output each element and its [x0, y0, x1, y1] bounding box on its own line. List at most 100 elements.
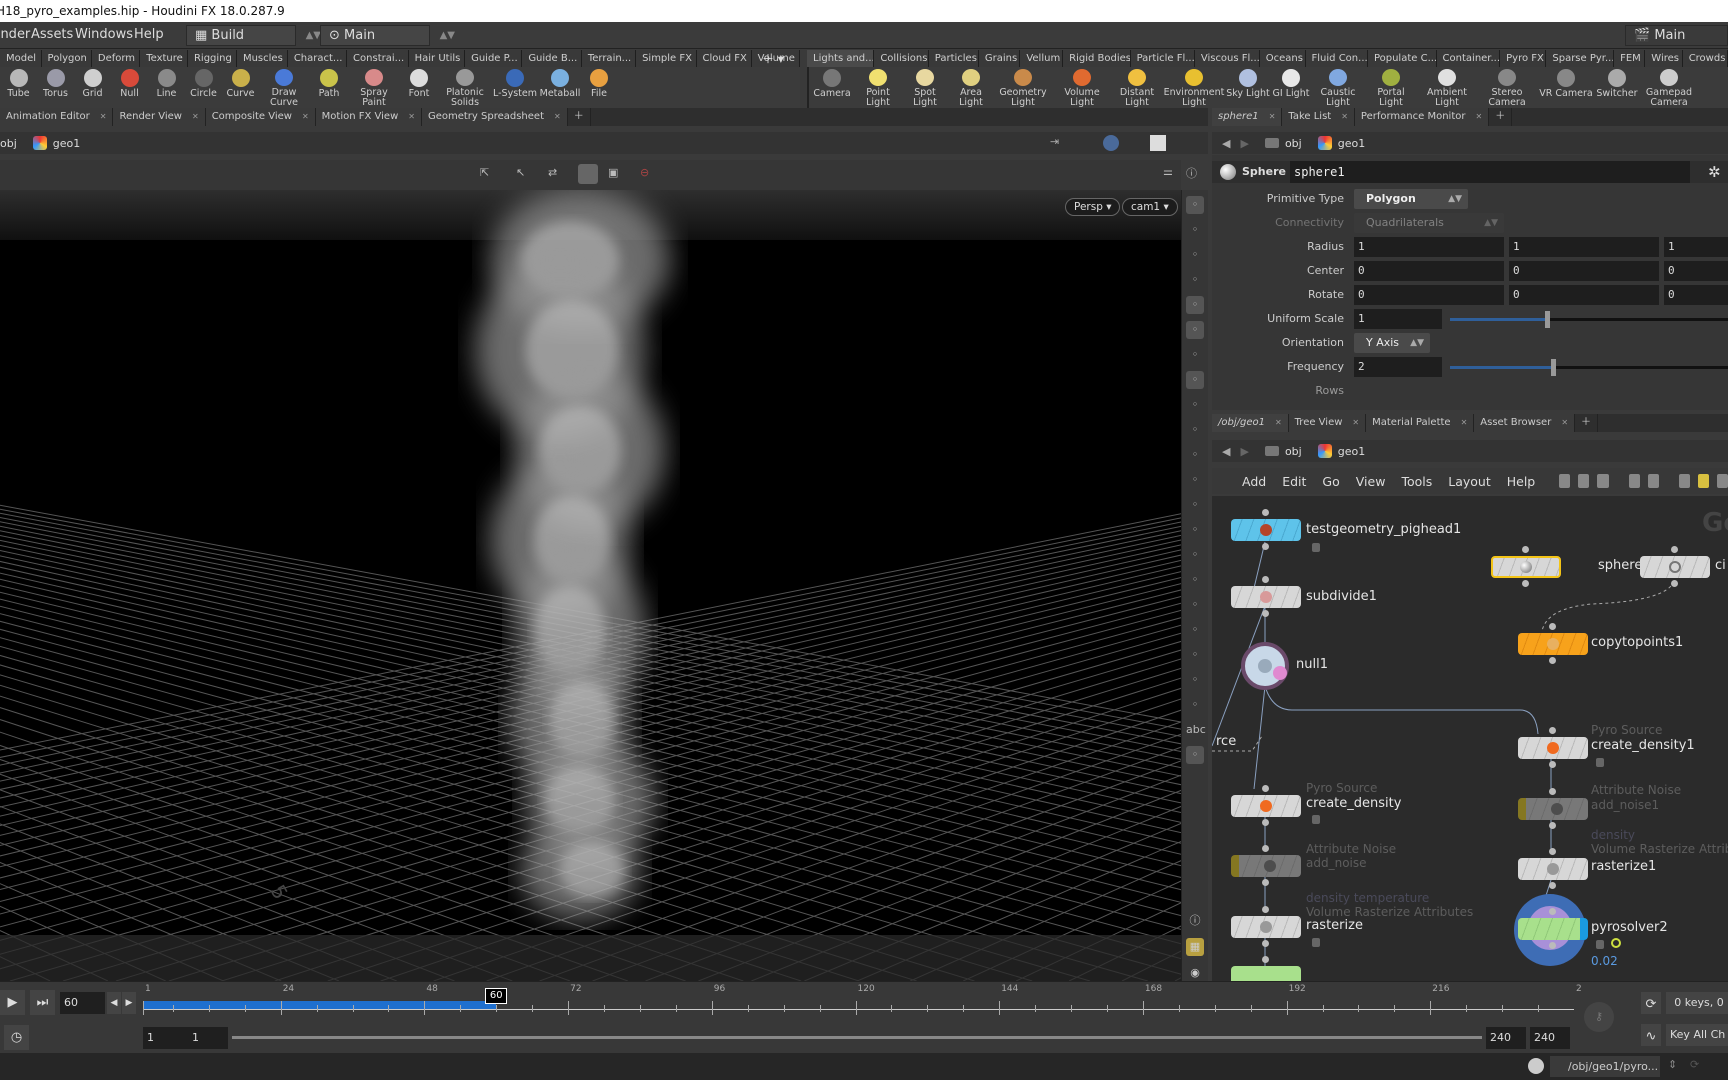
shelf-tab-sparse-pyr[interactable]: Sparse Pyr...: [1546, 50, 1615, 67]
network-menu-layout[interactable]: Layout: [1448, 474, 1491, 489]
cook-path-menu[interactable]: /obj/geo1/pyro...: [1550, 1056, 1660, 1077]
lock-icon[interactable]: [1312, 938, 1320, 947]
connector-dot[interactable]: [1549, 822, 1556, 829]
slider-handle[interactable]: [1550, 359, 1556, 376]
primitive-type-menu[interactable]: Polygon ▲▼: [1354, 189, 1468, 209]
shelf-tab-crowds[interactable]: Crowds: [1682, 50, 1728, 67]
connector-dot[interactable]: [1549, 908, 1556, 915]
connector-dot[interactable]: [1262, 576, 1269, 583]
shelf-tool-grid[interactable]: Grid: [74, 67, 111, 108]
shelf-tab-fluid-con[interactable]: Fluid Con...: [1305, 50, 1368, 67]
shelf-tab-model[interactable]: Model: [0, 50, 42, 67]
shelf-tool-caustic-light[interactable]: Caustic Light: [1311, 67, 1365, 108]
path-obj[interactable]: obj: [1259, 445, 1312, 458]
refresh-icon[interactable]: ⟳: [1690, 1058, 1699, 1071]
eye-icon[interactable]: ◉: [1186, 964, 1204, 982]
cam-menu[interactable]: cam1 ▾: [1122, 198, 1178, 216]
pin-icon[interactable]: ⇥: [1050, 135, 1066, 151]
shelf-tool-draw-curve[interactable]: Draw Curve: [259, 67, 309, 108]
lock-icon[interactable]: ◦: [1186, 246, 1204, 264]
path-geo1[interactable]: geo1: [27, 136, 90, 150]
shelf-tool-area-light[interactable]: Area Light: [949, 67, 993, 108]
tab-animation-editor[interactable]: Animation Editor ✕: [0, 108, 114, 126]
display-mode-icon[interactable]: [578, 164, 598, 184]
tab-geometry-spreadsheet[interactable]: Geometry Spreadsheet ✕: [421, 108, 568, 126]
prim-numbers-icon[interactable]: ◦: [1186, 596, 1204, 614]
brush-icon[interactable]: ◦: [1186, 496, 1204, 514]
node-circle[interactable]: [1640, 556, 1710, 578]
key-icon[interactable]: ⚷: [1584, 1002, 1614, 1032]
shelf-tab-texture[interactable]: Texture: [140, 50, 188, 67]
rotate-y-field[interactable]: 0: [1509, 285, 1659, 305]
shelf-tool-stereo-camera[interactable]: Stereo Camera: [1477, 67, 1537, 108]
connector-dot[interactable]: [1549, 657, 1556, 664]
shelf-tool-camera[interactable]: Camera: [809, 67, 855, 108]
close-tab-icon[interactable]: ✕: [554, 112, 561, 121]
tab-motion-fx-view[interactable]: Motion FX View ✕: [315, 108, 422, 126]
light-icon[interactable]: ◦: [1186, 321, 1204, 339]
close-tab-icon[interactable]: ✕: [1461, 418, 1468, 427]
shading-icon[interactable]: ◦: [1186, 296, 1204, 314]
display-icon[interactable]: [1103, 135, 1119, 151]
bounding-box-icon[interactable]: ◦: [1186, 646, 1204, 664]
menu-help[interactable]: Help: [134, 27, 164, 42]
radius-y-field[interactable]: 1: [1509, 237, 1659, 257]
shelf-tab-simple-fx[interactable]: Simple FX: [636, 50, 697, 67]
menu-render[interactable]: Render: [0, 27, 30, 42]
path-geo1[interactable]: geo1: [1312, 136, 1375, 150]
node-copytopoints1[interactable]: [1518, 633, 1588, 655]
node-partial[interactable]: [1231, 966, 1301, 981]
shelf-tool-ambient-light[interactable]: Ambient Light: [1417, 67, 1477, 108]
shelf-tab-particles[interactable]: Particles: [928, 50, 979, 67]
close-tab-icon[interactable]: ✕: [1341, 112, 1348, 121]
key-all-channels-button[interactable]: Key All Ch: [1666, 1024, 1728, 1046]
shelf-tool-geometry-light[interactable]: Geometry Light: [993, 67, 1053, 108]
playbar[interactable]: 1 24 48 72 96 120 144 168 192 216 2 60: [143, 982, 1582, 1022]
step-forward-button[interactable]: ▶: [122, 992, 136, 1014]
node-add-noise[interactable]: [1231, 855, 1301, 877]
connector-dot[interactable]: [1262, 906, 1269, 913]
image-icon[interactable]: [1716, 474, 1728, 488]
shelf-tool-curve[interactable]: Curve: [222, 67, 259, 108]
close-tab-icon[interactable]: ✕: [302, 112, 309, 121]
node-create-density[interactable]: [1231, 795, 1301, 817]
shelf-tab-pyro-fx[interactable]: Pyro FX: [1500, 50, 1547, 67]
node-sphere1[interactable]: [1491, 556, 1561, 578]
tab-sphere1[interactable]: sphere1 ✕: [1212, 108, 1283, 126]
back-icon[interactable]: ◀: [1222, 445, 1230, 458]
slider-handle[interactable]: [1545, 311, 1551, 328]
grid-display-icon[interactable]: ▦: [1186, 938, 1204, 956]
ghost-icon[interactable]: ◦: [1186, 271, 1204, 289]
start-frame-field[interactable]: 1: [143, 1027, 191, 1049]
add-light-icon[interactable]: ◦: [1186, 346, 1204, 364]
close-tab-icon[interactable]: ✕: [1269, 112, 1276, 121]
tab-tree-view[interactable]: Tree View ✕: [1288, 414, 1367, 432]
record-icon[interactable]: ⊖: [640, 166, 649, 179]
layout-icon[interactable]: [1678, 474, 1690, 488]
shelf-tab-cloud-fx[interactable]: Cloud FX: [696, 50, 752, 67]
connector-dot[interactable]: [1262, 509, 1269, 516]
tab-material-palette[interactable]: Material Palette ✕: [1366, 414, 1475, 432]
scene-viewport[interactable]: 5 Persp ▾ cam1 ▾: [0, 190, 1181, 981]
shelf-tab-oceans[interactable]: Oceans: [1259, 50, 1306, 67]
snapshot-icon[interactable]: ◦: [1186, 396, 1204, 414]
network-menu-edit[interactable]: Edit: [1282, 474, 1306, 489]
shelf-tool-gamepad-camera[interactable]: Gamepad Camera: [1639, 67, 1699, 108]
close-tab-icon[interactable]: ✕: [192, 112, 199, 121]
shelf-tool-sky-light[interactable]: Sky Light: [1225, 67, 1271, 108]
center-z-field[interactable]: 0: [1664, 261, 1728, 281]
node-rasterize1[interactable]: [1518, 858, 1588, 880]
snap-icon[interactable]: ▣: [608, 166, 618, 179]
uniform-scale-slider[interactable]: [1450, 311, 1728, 328]
wireframe-icon[interactable]: ◦: [1186, 221, 1204, 239]
text-icon[interactable]: abc: [1186, 721, 1206, 739]
connector-dot[interactable]: [1262, 785, 1269, 792]
right-desktop-selector[interactable]: 🎬 Main: [1625, 25, 1728, 46]
realtime-toggle[interactable]: ◷: [4, 1025, 29, 1050]
lock-icon[interactable]: [1312, 815, 1320, 824]
connector-dot[interactable]: [1549, 848, 1556, 855]
thumbnails-icon[interactable]: [1647, 474, 1659, 488]
sculpt-icon[interactable]: ◦: [1186, 446, 1204, 464]
playback-start-field[interactable]: 1: [188, 1027, 228, 1049]
shelf-tool-gi-light[interactable]: GI Light: [1271, 67, 1311, 108]
